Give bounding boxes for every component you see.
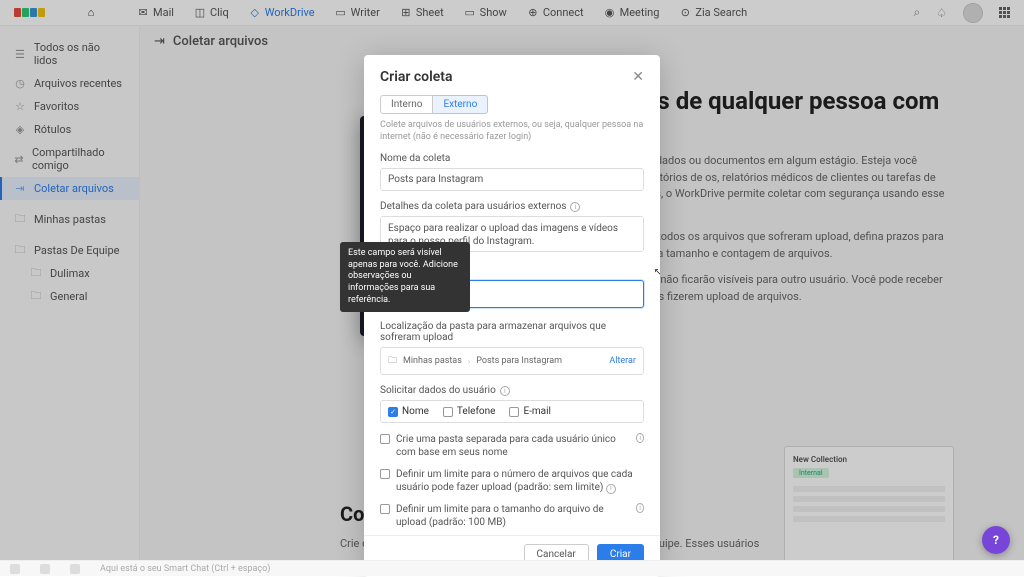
cursor-icon: ↖ <box>654 267 660 278</box>
opt-label: Definir um limite para o número de arqui… <box>396 468 644 494</box>
breadcrumb-folder: Posts para Instagram <box>476 356 562 366</box>
checkbox-email[interactable] <box>509 407 519 417</box>
chat-2-icon[interactable] <box>40 564 50 574</box>
chat-1-icon[interactable] <box>10 564 20 574</box>
modal-title: Criar coleta <box>380 69 452 85</box>
create-collection-modal: Criar coleta ✕ Interno Externo Colete ar… <box>364 55 660 577</box>
tab-external[interactable]: Externo <box>433 95 488 114</box>
tab-helper-text: Colete arquivos de usuários externos, ou… <box>380 120 644 143</box>
info-icon[interactable]: i <box>500 386 510 396</box>
checkbox-name[interactable] <box>388 407 398 417</box>
folder-icon: 🗀 <box>388 353 397 369</box>
collection-name-input[interactable] <box>380 168 644 191</box>
opt-label: Definir um limite para o tamanho do arqu… <box>396 503 630 529</box>
notes-tooltip: Este campo será visível apenas para você… <box>340 242 470 312</box>
tab-internal[interactable]: Interno <box>380 95 433 114</box>
bottom-bar: Aqui está o seu Smart Chat (Ctrl + espaç… <box>0 560 1024 576</box>
checkbox-file-limit[interactable] <box>380 469 390 479</box>
label-details: Detalhes da coleta para usuários externo… <box>380 201 644 212</box>
chat-3-icon[interactable] <box>70 564 80 574</box>
change-location-link[interactable]: Alterar <box>609 356 636 366</box>
chevron-right-icon: › <box>468 357 470 366</box>
label-request-data: Solicitar dados do usuárioi <box>380 385 644 396</box>
label-location: Localização da pasta para armazenar arqu… <box>380 321 644 343</box>
checkbox-phone[interactable] <box>443 407 453 417</box>
checkbox-size-limit[interactable] <box>380 504 390 514</box>
opt-label: Crie uma pasta separada para cada usuári… <box>396 433 630 459</box>
checkbox-separate-folder[interactable] <box>380 434 390 444</box>
breadcrumb-root: Minhas pastas <box>403 356 462 366</box>
close-icon[interactable]: ✕ <box>632 69 644 85</box>
location-picker[interactable]: 🗀 Minhas pastas › Posts para Instagram A… <box>380 347 644 375</box>
info-icon[interactable]: i <box>570 202 580 212</box>
collection-type-tabs: Interno Externo <box>380 95 644 114</box>
request-data-options: Nome Telefone E-mail <box>380 400 644 423</box>
help-fab[interactable]: ? <box>982 526 1010 554</box>
info-icon[interactable]: i <box>606 484 616 494</box>
smartchat-hint: Aqui está o seu Smart Chat (Ctrl + espaç… <box>100 564 270 574</box>
label-collection-name: Nome da coleta <box>380 153 644 164</box>
info-icon[interactable]: i <box>636 433 644 443</box>
info-icon[interactable]: i <box>636 503 644 513</box>
